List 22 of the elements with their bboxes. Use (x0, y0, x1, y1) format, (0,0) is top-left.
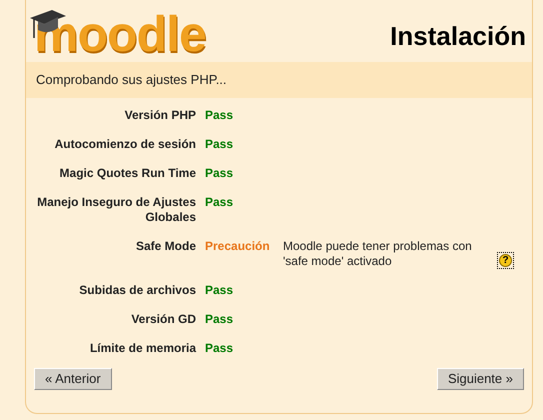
check-label: Safe Mode (134, 239, 196, 255)
check-label: Autocomienzo de sesión (54, 137, 196, 152)
check-status: Pass (205, 195, 234, 211)
check-status: Pass (205, 108, 234, 123)
previous-button[interactable]: « Anterior (34, 368, 112, 390)
check-label: Versión PHP (124, 108, 196, 123)
warning-note: Moodle puede tener problemas con 'safe mode' activado (283, 239, 473, 269)
check-label: Magic Quotes Run Time (58, 166, 196, 181)
next-button[interactable]: Siguiente » (436, 368, 524, 390)
check-label: Manejo Inseguro de Ajustes Globales (36, 195, 196, 225)
check-status: Pass (205, 137, 234, 152)
help-icon[interactable]: ? (497, 252, 514, 269)
check-status: Pass (205, 166, 234, 181)
check-status: Pass (205, 283, 234, 298)
check-label: Subidas de archivos (78, 283, 196, 298)
check-label: Límite de memoria (88, 341, 196, 356)
page-title: Instalación (390, 20, 526, 53)
check-label: Versión GD (130, 312, 196, 327)
subheading: Comprobando sus ajustes PHP... (36, 71, 227, 90)
check-status: Precaución (205, 239, 271, 255)
check-status: Pass (205, 312, 234, 327)
check-status: Pass (205, 341, 234, 356)
